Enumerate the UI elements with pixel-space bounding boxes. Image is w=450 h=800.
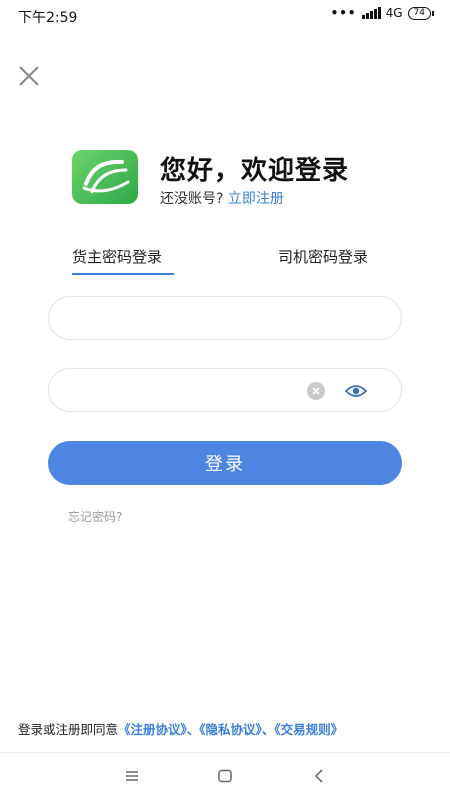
- signal-icon: [361, 7, 381, 19]
- home-icon: [218, 769, 232, 783]
- register-row: 还没账号? 立即注册: [160, 188, 284, 208]
- page-title: 您好，欢迎登录: [160, 156, 350, 186]
- agreement-separator: 、: [186, 722, 200, 737]
- close-button[interactable]: [17, 64, 41, 88]
- nav-divider: [0, 752, 450, 753]
- password-field[interactable]: [48, 368, 402, 412]
- nav-menu-button[interactable]: [122, 766, 142, 786]
- account-input[interactable]: [49, 297, 289, 339]
- agreement-separator: 、: [261, 722, 275, 737]
- agreement-prefix: 登录或注册即同意: [18, 722, 119, 737]
- account-field[interactable]: [48, 296, 402, 340]
- eye-icon[interactable]: [344, 382, 368, 400]
- app-logo: [72, 150, 138, 204]
- login-button[interactable]: 登录: [48, 441, 402, 485]
- close-icon: [19, 66, 39, 86]
- status-time: 下午2:59: [18, 10, 78, 26]
- battery-level: 74: [407, 6, 431, 20]
- register-prompt: 还没账号?: [160, 191, 224, 207]
- agreement-row: 登录或注册即同意《注册协议》、《隐私协议》、《交易规则》: [18, 719, 343, 738]
- register-agreement-link[interactable]: 《注册协议》: [118, 722, 187, 737]
- clear-icon[interactable]: [307, 382, 325, 400]
- trade-rules-link[interactable]: 《交易规则》: [274, 722, 343, 737]
- register-link[interactable]: 立即注册: [228, 191, 284, 207]
- back-icon: [314, 769, 323, 783]
- notification-dots: •••: [330, 6, 357, 20]
- status-bar: 下午2:59 ••• 4G 74: [0, 0, 450, 30]
- nav-home-button[interactable]: [215, 766, 235, 786]
- tab-driver-login[interactable]: 司机密码登录: [278, 246, 368, 267]
- network-label: 4G: [385, 6, 403, 20]
- tab-owner-login[interactable]: 货主密码登录: [72, 246, 162, 267]
- nav-back-button[interactable]: [310, 766, 330, 786]
- battery-icon: 74: [407, 6, 434, 20]
- active-tab-indicator: [72, 273, 174, 275]
- privacy-agreement-link[interactable]: 《隐私协议》: [199, 722, 262, 737]
- password-input[interactable]: [49, 369, 289, 411]
- forgot-password-link[interactable]: 忘记密码?: [68, 508, 122, 525]
- menu-icon: [126, 771, 138, 781]
- status-icons: ••• 4G 74: [331, 6, 434, 20]
